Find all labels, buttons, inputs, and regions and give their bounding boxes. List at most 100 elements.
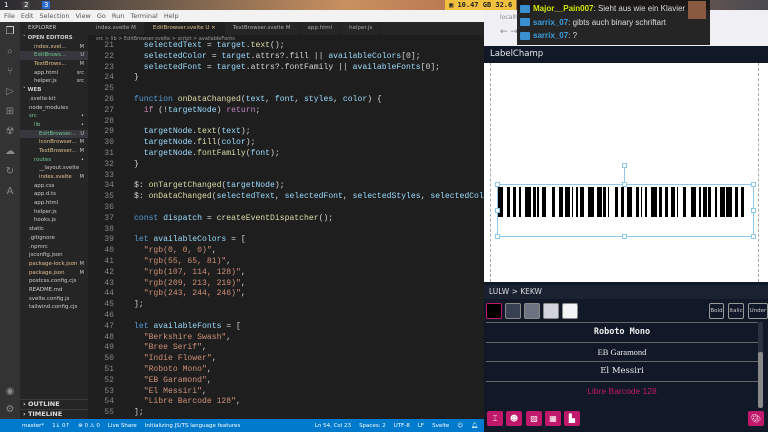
resize-handle[interactable] bbox=[495, 182, 500, 187]
tree-item[interactable]: README.md bbox=[20, 286, 88, 295]
tab-2[interactable]: TextBrowser.svelte M bbox=[225, 22, 300, 35]
workspace-header[interactable]: ˅ WEB bbox=[20, 86, 88, 95]
code-line[interactable]: 21 selectedText = target.text(); bbox=[88, 41, 484, 52]
code-line[interactable]: 49 "Bree Serif", bbox=[88, 343, 484, 354]
code-text[interactable]: "Roboto Mono", bbox=[134, 365, 212, 376]
url-text[interactable]: localh bbox=[500, 14, 518, 21]
menu-help[interactable]: Help bbox=[164, 12, 179, 20]
code-text[interactable]: "rgb(107, 114, 128)", bbox=[134, 268, 246, 279]
code-line[interactable]: 41 "rgb(55, 65, 81)", bbox=[88, 257, 484, 268]
azure-icon[interactable]: A bbox=[4, 186, 16, 198]
code-line[interactable]: 51 "Roboto Mono", bbox=[88, 365, 484, 376]
extensions-icon[interactable]: ⊞ bbox=[4, 106, 16, 118]
code-text[interactable]: "El Messiri", bbox=[134, 387, 207, 398]
docker-icon[interactable]: ☁ bbox=[4, 146, 16, 158]
code-text[interactable]: "rgb(243, 244, 246)", bbox=[134, 289, 246, 300]
code-line[interactable]: 28 bbox=[88, 117, 484, 128]
branch-indicator[interactable]: master* bbox=[22, 423, 44, 429]
gear-icon[interactable]: ⚙ bbox=[4, 404, 16, 416]
selection-box[interactable] bbox=[497, 184, 754, 237]
color-swatch[interactable] bbox=[543, 303, 559, 319]
chat-username[interactable]: sarrix_07 bbox=[533, 31, 568, 40]
language-mode[interactable]: Svelte bbox=[432, 423, 449, 429]
resize-handle[interactable] bbox=[495, 234, 500, 239]
line-ending[interactable]: LF bbox=[418, 423, 424, 429]
menu-run[interactable]: Run bbox=[112, 12, 124, 20]
code-text[interactable]: "rgb(209, 213, 219)", bbox=[134, 279, 246, 290]
bell-icon[interactable]: 🔔︎ bbox=[471, 423, 478, 429]
bold-button[interactable]: Bold bbox=[709, 303, 724, 319]
rotate-handle[interactable] bbox=[622, 163, 627, 168]
tree-item[interactable]: app.d.ts bbox=[20, 190, 88, 199]
code-line[interactable]: 47 let availableFonts = [ bbox=[88, 322, 484, 333]
resize-handle[interactable] bbox=[751, 208, 756, 213]
code-text[interactable]: targetNode.fontFamily(font); bbox=[134, 149, 280, 160]
font-option[interactable]: Libre Barcode 128 bbox=[486, 380, 758, 401]
code-text[interactable]: selectedFont = target.attrs?.fontFamily … bbox=[134, 63, 440, 74]
color-swatch[interactable] bbox=[505, 303, 521, 319]
code-line[interactable]: 38 bbox=[88, 225, 484, 236]
tree-item[interactable]: svelte.config.js bbox=[20, 295, 88, 304]
tree-item[interactable]: app.css bbox=[20, 182, 88, 191]
menu-file[interactable]: File bbox=[4, 12, 15, 20]
font-option[interactable]: EB Garamond bbox=[486, 341, 758, 362]
code-line[interactable]: 45]; bbox=[88, 300, 484, 311]
open-editor-item[interactable]: index.svel... M bbox=[20, 43, 88, 52]
menu-view[interactable]: View bbox=[75, 12, 90, 20]
code-line[interactable]: 37 const dispatch = createEventDispatcher… bbox=[88, 214, 484, 225]
cursor-position[interactable]: Ln 54, Col 23 bbox=[315, 423, 351, 429]
editor-area[interactable]: index.svelte M EditBrowser.svelte U × Text… bbox=[88, 22, 484, 419]
image-tool-button[interactable]: ▨ bbox=[526, 411, 542, 426]
text-tool-button[interactable]: ⌶ bbox=[487, 411, 503, 426]
files-icon[interactable]: ❐ bbox=[4, 26, 16, 38]
palette-button[interactable]: 🎨︎ bbox=[748, 411, 764, 426]
tree-item[interactable]: TextBrowser... M bbox=[20, 147, 88, 156]
resize-handle[interactable] bbox=[751, 182, 756, 187]
menu-terminal[interactable]: Terminal bbox=[130, 12, 157, 20]
font-list-scrollbar[interactable] bbox=[758, 322, 763, 408]
italic-button[interactable]: Italic bbox=[728, 303, 744, 319]
tab-3[interactable]: app.html bbox=[300, 22, 342, 35]
code-line[interactable]: 53 "El Messiri", bbox=[88, 387, 484, 398]
emoji-tool-button[interactable]: ☻ bbox=[506, 411, 522, 426]
workspace-3[interactable]: 3 bbox=[42, 1, 51, 9]
code-line[interactable]: 35 $: onDataChanged(selectedText, selecte… bbox=[88, 192, 484, 203]
problems-indicator[interactable]: ⊗ 0 ⚠ 0 bbox=[78, 423, 100, 429]
code-text[interactable]: let availableColors = [ bbox=[134, 235, 246, 246]
chat-username[interactable]: sarrix_07 bbox=[533, 18, 568, 27]
tree-item[interactable]: static bbox=[20, 225, 88, 234]
menu-go[interactable]: Go bbox=[97, 12, 106, 20]
encoding[interactable]: UTF-8 bbox=[394, 423, 410, 429]
code-text[interactable]: $: onDataChanged(selectedText, selectedF… bbox=[134, 192, 484, 203]
tree-item[interactable]: postcss.config.cjs bbox=[20, 277, 88, 286]
color-swatch[interactable] bbox=[562, 303, 578, 319]
open-editors-header[interactable]: ˅ OPEN EDITORS bbox=[20, 34, 88, 43]
code-text[interactable]: "Berkshire Swash", bbox=[134, 333, 231, 344]
code-line[interactable]: 26 function onDataChanged(text, font, sty… bbox=[88, 95, 484, 106]
tree-item[interactable]: .npmrc bbox=[20, 243, 88, 252]
tree-item[interactable]: app.html bbox=[20, 199, 88, 208]
code-text[interactable]: const dispatch = createEventDispatcher()… bbox=[134, 214, 333, 225]
tree-item[interactable]: .gitignore bbox=[20, 234, 88, 243]
underline-button[interactable]: Under bbox=[748, 303, 768, 319]
code-text[interactable]: selectedColor = target.attrs?.fill || av… bbox=[134, 52, 421, 63]
code-editor[interactable]: 21 selectedText = target.text(); 22 selec… bbox=[88, 41, 484, 419]
code-line[interactable]: 32} bbox=[88, 160, 484, 171]
code-text[interactable]: "Bree Serif", bbox=[134, 343, 207, 354]
code-text[interactable]: "Indie Flower", bbox=[134, 354, 217, 365]
open-editor-item[interactable]: TextBrows... M bbox=[20, 60, 88, 69]
code-line[interactable]: 48 "Berkshire Swash", bbox=[88, 333, 484, 344]
code-text[interactable]: } bbox=[134, 160, 139, 171]
color-swatch[interactable] bbox=[486, 303, 502, 319]
resize-handle[interactable] bbox=[751, 234, 756, 239]
code-text[interactable]: targetNode.fill(color); bbox=[134, 138, 256, 149]
tree-item[interactable]: index.svelte M bbox=[20, 173, 88, 182]
menu-selection[interactable]: Selection bbox=[39, 12, 69, 20]
resize-handle[interactable] bbox=[495, 208, 500, 213]
code-line[interactable]: 30 targetNode.fill(color); bbox=[88, 138, 484, 149]
code-line[interactable]: 36 bbox=[88, 203, 484, 214]
tab-1[interactable]: EditBrowser.svelte U × bbox=[144, 22, 225, 35]
open-editor-item[interactable]: app.html src bbox=[20, 69, 88, 78]
tree-item[interactable]: .svelte-kit bbox=[20, 95, 88, 104]
font-option[interactable]: El Messiri bbox=[486, 361, 758, 381]
